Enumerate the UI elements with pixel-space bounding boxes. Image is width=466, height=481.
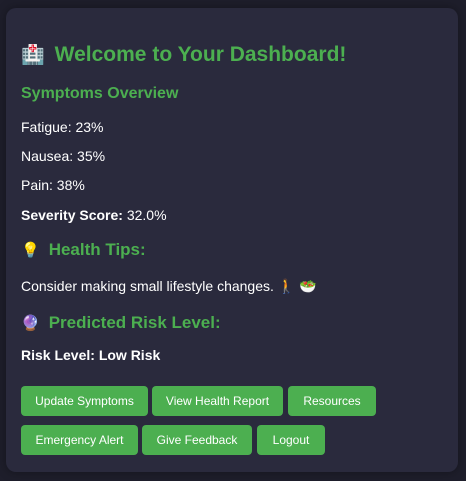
severity-score-value: 32.0% (122, 207, 167, 223)
health-tips-heading: 💡 Health Tips: (21, 240, 146, 260)
logout-button[interactable]: Logout (257, 425, 325, 455)
risk-level-heading-text: Predicted Risk Level: (48, 313, 221, 332)
symptoms-overview-heading: Symptoms Overview (21, 85, 179, 102)
give-feedback-button[interactable]: Give Feedback (142, 425, 252, 455)
risk-level-heading: 🔮 Predicted Risk Level: (21, 313, 221, 333)
pain-value: Pain: 38% (21, 177, 85, 193)
view-health-report-button[interactable]: View Health Report (152, 386, 283, 416)
nausea-value: Nausea: 35% (21, 148, 106, 164)
fatigue-value: Fatigue: 23% (21, 119, 104, 135)
health-tip-text: Consider making small lifestyle changes.… (21, 278, 317, 294)
page-background: 🏥 Welcome to Your Dashboard! Symptoms Ov… (0, 0, 466, 481)
page-title-text: Welcome to Your Dashboard! (54, 43, 347, 66)
update-symptoms-button[interactable]: Update Symptoms (21, 386, 148, 416)
emergency-alert-button[interactable]: Emergency Alert (21, 425, 138, 455)
resources-button[interactable]: Resources (288, 386, 376, 416)
page-title: 🏥 Welcome to Your Dashboard! (21, 40, 346, 70)
crystal-ball-icon: 🔮 (21, 315, 40, 332)
hospital-icon: 🏥 (21, 45, 45, 66)
lightbulb-icon: 💡 (21, 242, 40, 259)
severity-score-label: Severity Score: (21, 207, 123, 223)
risk-level-value: Risk Level: Low Risk (21, 347, 161, 363)
health-tips-heading-text: Health Tips: (48, 240, 146, 259)
severity-score: Severity Score: 32.0% (21, 207, 167, 223)
